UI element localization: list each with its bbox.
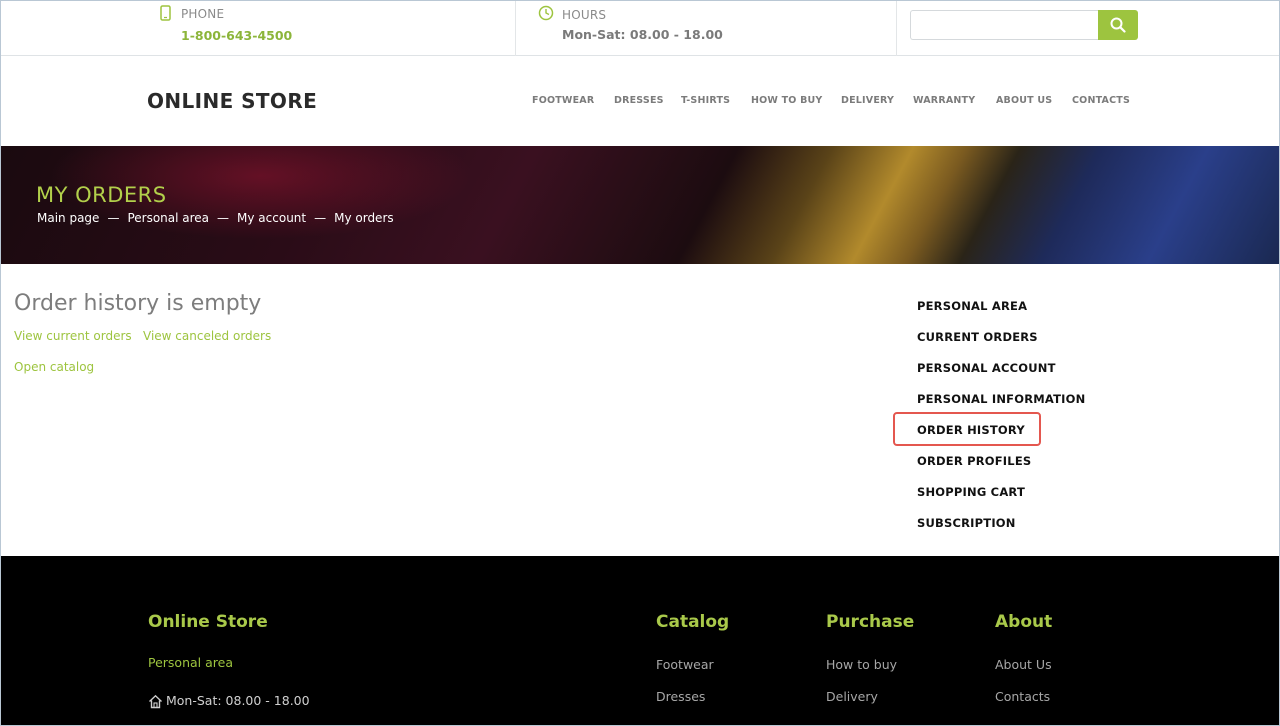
footer-link-dresses[interactable]: Dresses [656, 689, 705, 704]
footer-link-delivery[interactable]: Delivery [826, 689, 878, 704]
nav-delivery[interactable]: DELIVERY [841, 95, 894, 106]
order-history-heading: Order history is empty [14, 291, 262, 316]
nav-footwear[interactable]: FOOTWEAR [532, 95, 594, 106]
hours-value: Mon-Sat: 08.00 - 18.00 [562, 27, 723, 42]
home-icon [149, 694, 162, 709]
top-info-bar: PHONE 1-800-643-4500 HOURS Mon-Sat: 08.0… [1, 1, 1279, 56]
side-item-subscription[interactable]: SUBSCRIPTION [917, 516, 1016, 530]
page-banner: MY ORDERS Main page — Personal area — My acc… [1, 146, 1279, 264]
open-catalog-link[interactable]: Open catalog [14, 360, 94, 374]
side-item-current-orders[interactable]: CURRENT ORDERS [917, 330, 1038, 344]
footer-catalog-title: Catalog [656, 612, 730, 632]
footer-link-about-us[interactable]: About Us [995, 657, 1052, 672]
footer-about-title: About [995, 612, 1053, 632]
nav-contacts[interactable]: CONTACTS [1072, 95, 1130, 106]
divider [896, 1, 897, 56]
breadcrumb-separator: — [314, 211, 327, 225]
divider [515, 1, 516, 56]
phone-icon [160, 5, 171, 21]
view-canceled-orders-link[interactable]: View canceled orders [143, 329, 271, 343]
search-input[interactable] [910, 10, 1100, 40]
site-logo[interactable]: ONLINE STORE [147, 89, 317, 113]
breadcrumb-separator: — [107, 211, 120, 225]
page-title: MY ORDERS [36, 183, 167, 207]
breadcrumb-separator: — [217, 211, 230, 225]
hours-label: HOURS [562, 8, 607, 22]
phone-label: PHONE [181, 7, 225, 21]
side-item-personal-account[interactable]: PERSONAL ACCOUNT [917, 361, 1056, 375]
breadcrumb-main-page[interactable]: Main page [37, 211, 99, 225]
phone-number[interactable]: 1-800-643-4500 [181, 28, 292, 43]
footer-link-contacts[interactable]: Contacts [995, 689, 1050, 704]
nav-warranty[interactable]: WARRANTY [913, 95, 975, 106]
footer-purchase-title: Purchase [826, 612, 915, 632]
footer-hours: Mon-Sat: 08.00 - 18.00 [166, 693, 310, 708]
view-current-orders-link[interactable]: View current orders [14, 329, 132, 343]
nav-how-to-buy[interactable]: HOW TO BUY [751, 95, 823, 106]
side-item-personal-information[interactable]: PERSONAL INFORMATION [917, 392, 1085, 406]
breadcrumb-my-orders: My orders [334, 211, 394, 225]
footer-link-how-to-buy[interactable]: How to buy [826, 657, 897, 672]
site-footer: Online Store Personal area Mon-Sat: 08.0… [1, 556, 1279, 725]
site-header: ONLINE STORE FOOTWEAR DRESSES T-SHIRTS H… [1, 56, 1279, 146]
search-button[interactable] [1098, 10, 1138, 40]
side-item-personal-area[interactable]: PERSONAL AREA [917, 299, 1027, 313]
breadcrumb: Main page — Personal area — My account — My or… [37, 211, 394, 225]
side-item-order-profiles[interactable]: ORDER PROFILES [917, 454, 1031, 468]
side-item-shopping-cart[interactable]: SHOPPING CART [917, 485, 1025, 499]
side-item-order-history[interactable]: ORDER HISTORY [917, 423, 1025, 437]
nav-about-us[interactable]: ABOUT US [996, 95, 1052, 106]
nav-dresses[interactable]: DRESSES [614, 95, 664, 106]
breadcrumb-my-account[interactable]: My account [237, 211, 306, 225]
breadcrumb-personal-area[interactable]: Personal area [127, 211, 209, 225]
footer-personal-area-link[interactable]: Personal area [148, 655, 233, 670]
page-frame: PHONE 1-800-643-4500 HOURS Mon-Sat: 08.0… [0, 0, 1280, 726]
nav-t-shirts[interactable]: T-SHIRTS [681, 95, 730, 106]
footer-link-footwear[interactable]: Footwear [656, 657, 714, 672]
footer-store-title: Online Store [148, 612, 268, 632]
search-icon [1110, 17, 1126, 33]
clock-icon [538, 5, 554, 21]
